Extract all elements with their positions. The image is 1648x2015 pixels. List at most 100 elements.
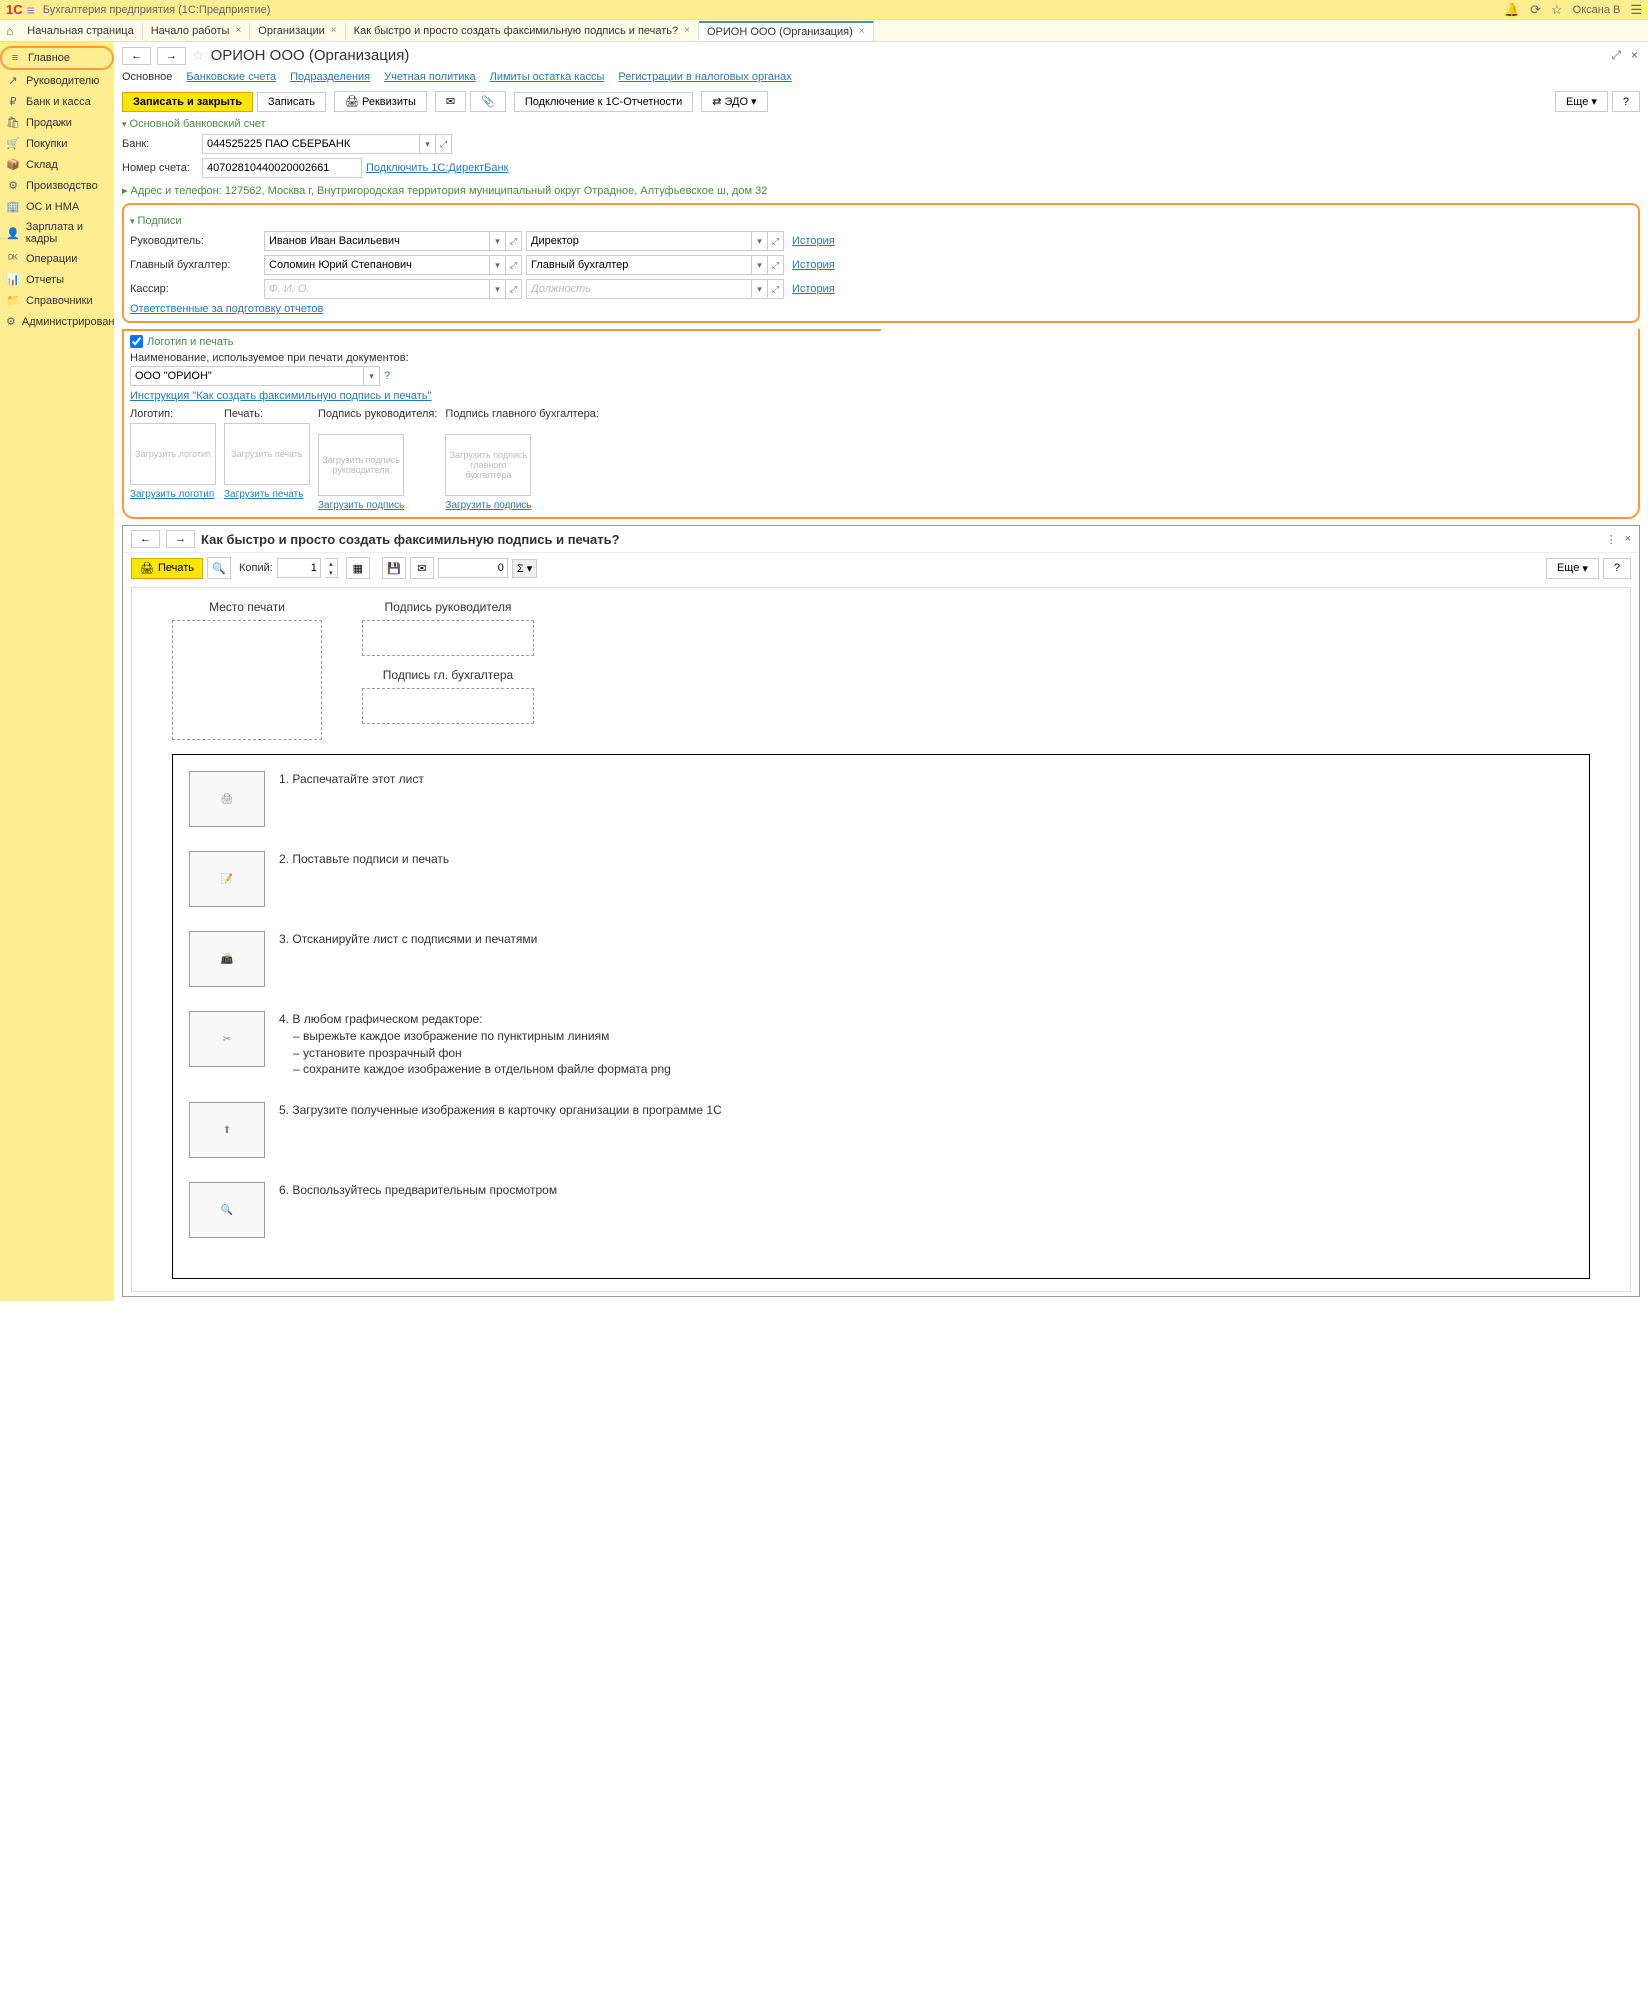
subtab-main[interactable]: Основное	[122, 71, 172, 83]
sigma-button[interactable]: Σ ▾	[512, 559, 537, 578]
sidebar-item-production[interactable]: ⚙Производство	[0, 175, 114, 196]
close-icon[interactable]: ×	[1629, 46, 1640, 65]
popup-help-button[interactable]: ?	[1603, 558, 1631, 579]
subtab-limits[interactable]: Лимиты остатка кассы	[490, 71, 605, 83]
copies-spinner[interactable]: ▴▾	[325, 558, 338, 578]
tab-facsimile[interactable]: Как быстро и просто создать факсимильную…	[346, 22, 699, 40]
mail-button[interactable]: ✉	[435, 91, 466, 112]
bell-icon[interactable]: 🔔	[1504, 2, 1520, 18]
bank-input[interactable]	[202, 134, 420, 154]
forward-button[interactable]: →	[157, 47, 186, 65]
sidebar-item-sales[interactable]: 🛍Продажи	[0, 112, 114, 133]
sign-head-upload-box[interactable]: Загрузить подпись руководителя	[318, 434, 404, 496]
open-icon[interactable]: ⤢	[768, 279, 784, 299]
accountant-position-input[interactable]	[526, 255, 752, 275]
connect-button[interactable]: Подключение к 1С-Отчетности	[514, 92, 693, 112]
preview-button[interactable]: 🔍	[207, 557, 231, 579]
dropdown-icon[interactable]: ▾	[490, 231, 506, 251]
logo-upload-link[interactable]: Загрузить логотип	[130, 489, 216, 500]
sidebar-item-manager[interactable]: ↗Руководителю	[0, 70, 114, 91]
sidebar-item-bank[interactable]: ₽Банк и касса	[0, 91, 114, 112]
address-section[interactable]: ▸Адрес и телефон: 127562, Москва г, Внут…	[122, 184, 1640, 197]
menu-icon[interactable]: ≡	[27, 2, 35, 18]
account-input[interactable]	[202, 158, 362, 178]
logo-upload-box[interactable]: Загрузить логотип	[130, 423, 216, 485]
dropdown-icon[interactable]: ▾	[752, 255, 768, 275]
sidebar-item-reports[interactable]: 📊Отчеты	[0, 269, 114, 290]
direct-bank-link[interactable]: Подключить 1С:ДиректБанк	[366, 162, 508, 174]
close-icon[interactable]: ×	[859, 26, 865, 37]
save-close-button[interactable]: Записать и закрыть	[122, 92, 253, 112]
sum-input[interactable]	[438, 558, 508, 578]
dropdown-icon[interactable]: ▾	[364, 366, 380, 386]
help-icon[interactable]: ?	[384, 370, 390, 382]
sidebar-item-admin[interactable]: ⚙Администрирование	[0, 311, 114, 332]
cashier-position-input[interactable]	[526, 279, 752, 299]
window-icon[interactable]: ⤢	[1609, 46, 1623, 65]
tab-getting-started[interactable]: Начало работы×	[143, 22, 251, 40]
signatures-header[interactable]: ▾Подписи	[130, 215, 1632, 227]
sidebar-item-warehouse[interactable]: 📦Склад	[0, 154, 114, 175]
open-icon[interactable]: ⤢	[436, 134, 452, 154]
details-button[interactable]: 🖨Реквизиты	[334, 91, 427, 112]
star-icon[interactable]: ☆	[1551, 2, 1563, 18]
stamp-upload-box[interactable]: Загрузить печать	[224, 423, 310, 485]
edo-button[interactable]: ⇄ ЭДО ▾	[701, 91, 767, 112]
head-position-input[interactable]	[526, 231, 752, 251]
subtab-divisions[interactable]: Подразделения	[290, 71, 370, 83]
help-button[interactable]: ?	[1612, 91, 1640, 112]
history-link[interactable]: История	[792, 259, 835, 271]
tab-start-page[interactable]: Начальная страница	[19, 22, 142, 40]
favorite-icon[interactable]: ☆	[192, 47, 205, 64]
sign-acc-upload-link[interactable]: Загрузить подпись	[445, 500, 599, 511]
dropdown-icon[interactable]: ▾	[490, 255, 506, 275]
dropdown-icon[interactable]: ▾	[752, 231, 768, 251]
popup-forward-button[interactable]: →	[166, 530, 195, 548]
popup-more-icon[interactable]: ⋮	[1606, 533, 1617, 546]
subtab-tax[interactable]: Регистрации в налоговых органах	[618, 71, 791, 83]
dropdown-icon[interactable]: ▾	[490, 279, 506, 299]
attach-button[interactable]: 📎	[470, 91, 506, 112]
sidebar-item-operations[interactable]: ᴰᴷОперации	[0, 249, 114, 269]
dropdown-icon[interactable]: ▾	[752, 279, 768, 299]
copies-input[interactable]	[277, 558, 321, 578]
sidebar-item-catalogs[interactable]: 📁Справочники	[0, 290, 114, 311]
instruction-link[interactable]: Инструкция "Как создать факсимильную под…	[130, 390, 431, 402]
home-icon[interactable]: ⌂	[0, 24, 19, 38]
close-icon[interactable]: ×	[684, 25, 690, 36]
sign-acc-upload-box[interactable]: Загрузить подпись главного бухгалтера	[445, 434, 531, 496]
tab-orion[interactable]: ОРИОН ООО (Организация)×	[699, 21, 874, 41]
subtab-bank-accounts[interactable]: Банковские счета	[186, 71, 276, 83]
popup-close-icon[interactable]: ×	[1625, 533, 1631, 546]
stamp-upload-link[interactable]: Загрузить печать	[224, 489, 310, 500]
save-button[interactable]: Записать	[257, 92, 326, 112]
open-icon[interactable]: ⤢	[506, 255, 522, 275]
subtab-policy[interactable]: Учетная политика	[384, 71, 475, 83]
close-icon[interactable]: ×	[235, 25, 241, 36]
menu-dropdown-icon[interactable]: ☰	[1630, 2, 1642, 18]
history-link[interactable]: История	[792, 283, 835, 295]
print-name-input[interactable]	[130, 366, 364, 386]
sidebar-item-main[interactable]: ≡Главное	[0, 46, 114, 70]
sidebar-item-salary[interactable]: 👤Зарплата и кадры	[0, 217, 114, 249]
history-icon[interactable]: ⟳	[1530, 2, 1541, 18]
user-name[interactable]: Оксана В	[1573, 4, 1621, 16]
open-icon[interactable]: ⤢	[768, 255, 784, 275]
sidebar-item-purchases[interactable]: 🛒Покупки	[0, 133, 114, 154]
mail-icon-button[interactable]: ✉	[410, 557, 434, 579]
popup-more-button[interactable]: Еще ▾	[1546, 558, 1599, 579]
logo-checkbox[interactable]	[130, 335, 143, 348]
print-button[interactable]: 🖨Печать	[131, 558, 203, 579]
open-icon[interactable]: ⤢	[506, 231, 522, 251]
cashier-name-input[interactable]	[264, 279, 490, 299]
popup-back-button[interactable]: ←	[131, 530, 160, 548]
dropdown-icon[interactable]: ▾	[420, 134, 436, 154]
save-icon-button[interactable]: 💾	[382, 557, 406, 579]
open-icon[interactable]: ⤢	[768, 231, 784, 251]
open-icon[interactable]: ⤢	[506, 279, 522, 299]
head-name-input[interactable]	[264, 231, 490, 251]
sidebar-item-assets[interactable]: 🏢ОС и НМА	[0, 196, 114, 217]
back-button[interactable]: ←	[122, 47, 151, 65]
accountant-name-input[interactable]	[264, 255, 490, 275]
tab-organizations[interactable]: Организации×	[250, 22, 345, 40]
